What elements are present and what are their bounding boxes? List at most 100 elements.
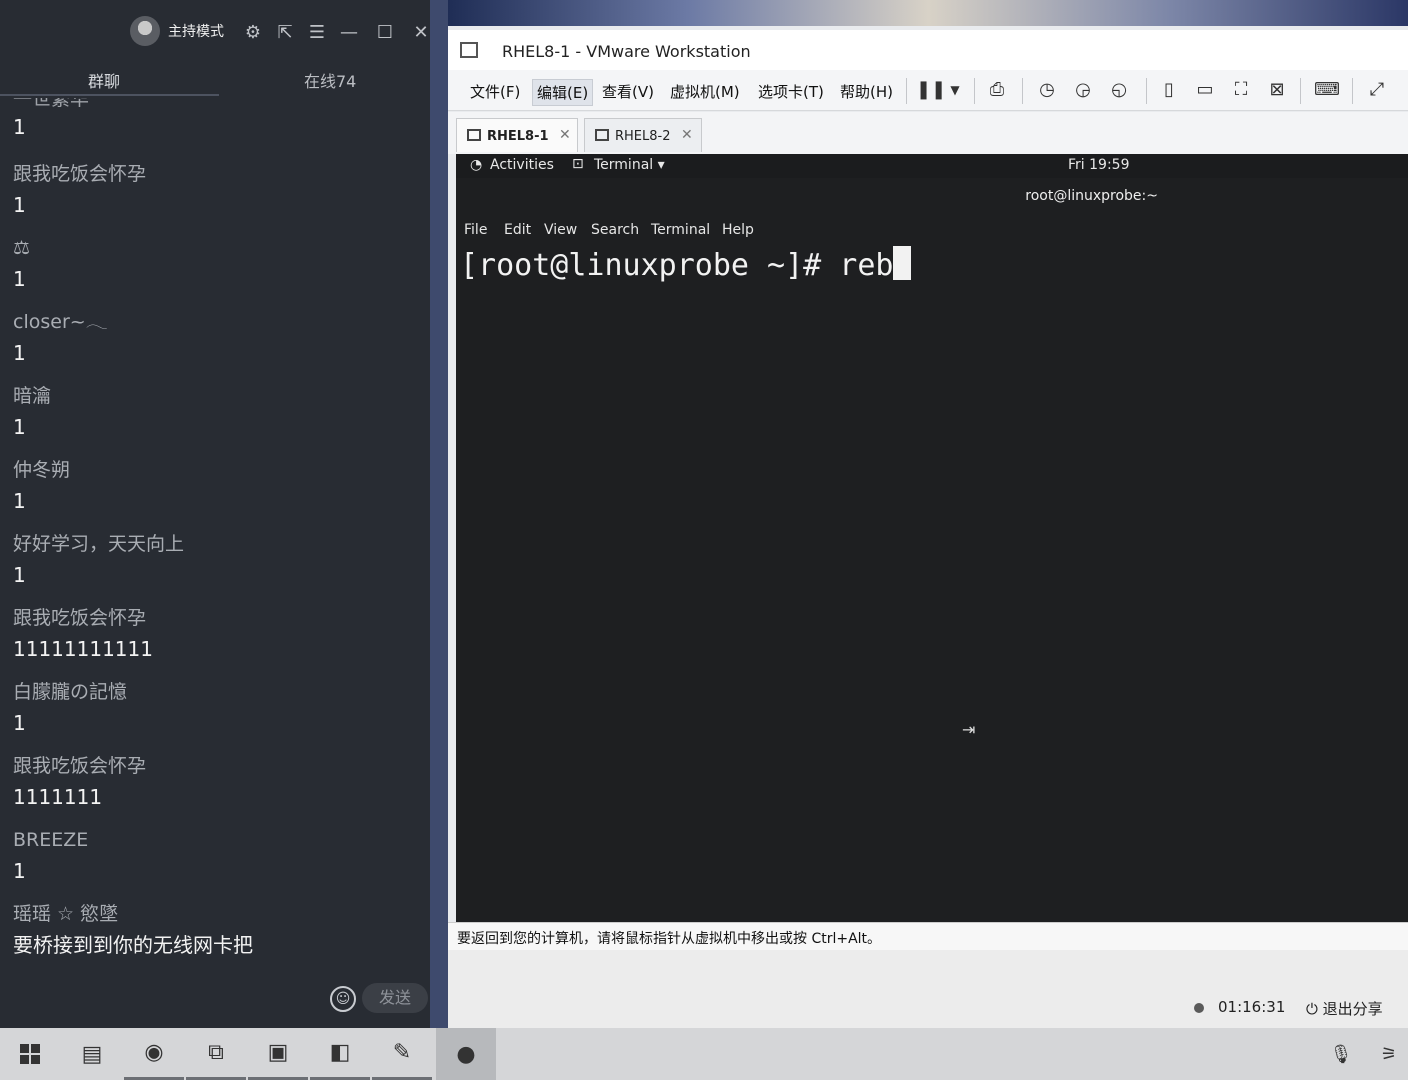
toolbar-separator bbox=[906, 78, 907, 104]
host-mode[interactable]: 主持模式 bbox=[130, 16, 224, 46]
app-menu[interactable]: Terminal ▾ bbox=[594, 157, 665, 173]
microphone-icon[interactable]: 🎙 bbox=[1326, 1028, 1356, 1080]
minimize-icon[interactable]: — bbox=[338, 22, 360, 44]
start-button[interactable] bbox=[0, 1028, 60, 1080]
vmware-icon bbox=[460, 42, 478, 58]
fullscreen-icon[interactable]: ⛶ bbox=[1228, 78, 1254, 102]
emoji-icon[interactable]: ☺ bbox=[330, 986, 356, 1012]
vm-icon bbox=[467, 129, 481, 141]
send-button[interactable]: 发送 bbox=[362, 983, 428, 1013]
vm-tabs: RHEL8-1 ✕ RHEL8-2 ✕ bbox=[448, 112, 1408, 154]
message-list[interactable]: 一世繁华 1 跟我吃饭会怀孕 1 ⚖ 1 closer~𓂃 1 暗瀹 1 仲冬朔… bbox=[13, 98, 423, 968]
terminal-prompt: [root@linuxprobe ~]# reb bbox=[460, 248, 894, 283]
clock[interactable]: Fri 19:59 bbox=[1068, 157, 1129, 173]
tab-online[interactable]: 在线74 bbox=[304, 68, 356, 92]
quit-share-label: 退出分享 bbox=[1322, 1000, 1383, 1018]
windows-logo-icon bbox=[20, 1044, 40, 1064]
message-sender: 瑶瑶 ☆ 慾墜 bbox=[13, 903, 119, 925]
close-icon[interactable]: ✕ bbox=[559, 127, 571, 143]
popout-icon[interactable]: ⇱ bbox=[274, 22, 296, 44]
menu-edit[interactable]: 编辑(E) bbox=[532, 79, 594, 106]
message-sender: 仲冬朔 bbox=[13, 459, 71, 481]
pause-icon[interactable]: ❚❚ bbox=[916, 78, 946, 102]
file-explorer-icon[interactable]: ▤ bbox=[62, 1028, 122, 1080]
menu-tabs[interactable]: 选项卡(T) bbox=[754, 79, 828, 104]
list-item: 白朦朧の記憶 1 bbox=[13, 676, 423, 750]
maximize-icon[interactable]: ☐ bbox=[374, 22, 396, 44]
list-item: 1 bbox=[13, 112, 423, 158]
message-content: 1 bbox=[13, 711, 26, 735]
list-item: 好好学习，天天向上 1 bbox=[13, 528, 423, 602]
tab-group-chat[interactable]: 群聊 bbox=[88, 68, 120, 92]
list-item: closer~𓂃 1 bbox=[13, 306, 423, 380]
vm-icon bbox=[595, 129, 609, 141]
desktop-wallpaper bbox=[448, 0, 1408, 26]
terminal-menu-view[interactable]: View bbox=[544, 222, 577, 238]
sidebar-toggle-icon[interactable]: ▯ bbox=[1156, 78, 1182, 102]
message-content: 1 bbox=[13, 193, 26, 217]
toolbar-separator bbox=[1146, 78, 1147, 104]
menu-bar: 文件(F) 编辑(E) 查看(V) 虚拟机(M) 选项卡(T) 帮助(H) ❚❚… bbox=[448, 70, 1408, 111]
text-cursor bbox=[893, 246, 912, 280]
chevron-down-icon[interactable]: ▼ bbox=[942, 78, 968, 102]
menu-file[interactable]: 文件(F) bbox=[466, 79, 524, 104]
revert-snapshot-icon[interactable]: ◶ bbox=[1070, 78, 1096, 102]
message-sender: BREEZE bbox=[13, 829, 89, 851]
host-mode-label: 主持模式 bbox=[168, 24, 224, 40]
classroom-app-icon[interactable]: ▣ bbox=[248, 1028, 308, 1080]
toolbar-separator bbox=[974, 78, 975, 104]
close-icon[interactable]: ✕ bbox=[681, 127, 693, 143]
message-content: 1 bbox=[13, 267, 26, 291]
menu-icon[interactable]: ☰ bbox=[306, 22, 328, 44]
close-icon[interactable]: ✕ bbox=[410, 22, 432, 44]
stretch-icon[interactable]: ⤢ bbox=[1364, 78, 1390, 102]
chat-header: 主持模式 ⚙ ⇱ ☰ — ☐ ✕ bbox=[0, 10, 430, 54]
message-sender: ⚖ bbox=[13, 237, 31, 259]
message-content: 1 bbox=[13, 489, 26, 513]
guest-screen[interactable]: ◔ Activities ⊡ Terminal ▾ Fri 19:59 root… bbox=[456, 154, 1408, 922]
vmware-taskbar-icon[interactable]: ⧉ bbox=[186, 1028, 246, 1080]
terminal-menu-edit[interactable]: Edit bbox=[504, 222, 531, 238]
menu-vm[interactable]: 虚拟机(M) bbox=[666, 79, 744, 104]
send-keys-icon[interactable]: ⎙ bbox=[984, 78, 1010, 102]
menu-view[interactable]: 查看(V) bbox=[598, 79, 658, 104]
message-sender: 白朦朧の記憶 bbox=[13, 681, 128, 703]
activities-icon: ◔ bbox=[470, 157, 483, 173]
terminal-output[interactable]: [root@linuxprobe ~]# reb bbox=[460, 246, 912, 283]
terminal-icon: ⊡ bbox=[572, 156, 584, 172]
message-sender: 暗瀹 bbox=[13, 385, 52, 407]
message-sender: 好好学习，天天向上 bbox=[13, 533, 185, 555]
paint-app-icon[interactable]: ✎ bbox=[372, 1028, 432, 1080]
snapshot-manager-icon[interactable]: ◵ bbox=[1106, 78, 1132, 102]
terminal-menu-search[interactable]: Search bbox=[591, 222, 639, 238]
terminal-icon[interactable]: ⌨ bbox=[1314, 78, 1340, 102]
snapshot-icon[interactable]: ◷ bbox=[1034, 78, 1060, 102]
toolbar-separator bbox=[1352, 78, 1353, 104]
terminal-menu-help[interactable]: Help bbox=[722, 222, 754, 238]
terminal-menu-file[interactable]: File bbox=[464, 222, 487, 238]
terminal-title: root@linuxprobe:~ bbox=[1025, 188, 1158, 204]
activities-button[interactable]: Activities bbox=[490, 157, 554, 173]
quit-share-button[interactable]: ⏻ 退出分享 bbox=[1306, 998, 1383, 1019]
tab-rhel8-1[interactable]: RHEL8-1 ✕ bbox=[456, 118, 578, 152]
mouse-pointer-icon: ⇥ bbox=[962, 720, 976, 739]
tab-rhel8-2[interactable]: RHEL8-2 ✕ bbox=[584, 118, 702, 152]
recording-dot-icon bbox=[1194, 1003, 1204, 1013]
vmware-window: RHEL8-1 - VMware Workstation 文件(F) 编辑(E)… bbox=[448, 0, 1408, 1028]
editor-app-icon[interactable]: ◧ bbox=[310, 1028, 370, 1080]
dark-app-icon[interactable]: ● bbox=[436, 1028, 496, 1080]
gear-icon[interactable]: ⚙ bbox=[242, 22, 264, 44]
console-view-icon[interactable]: ▭ bbox=[1192, 78, 1218, 102]
network-icon[interactable]: ⚞ bbox=[1374, 1028, 1404, 1080]
status-hint: 要返回到您的计算机，请将鼠标指针从虚拟机中移出或按 Ctrl+Alt。 bbox=[448, 922, 1408, 951]
taskbar: ▤ ◉ ⧉ ▣ ◧ ✎ ● 🎙 ⚞ bbox=[0, 1028, 1408, 1080]
terminal-menu-terminal[interactable]: Terminal bbox=[651, 222, 710, 238]
message-sender: 跟我吃饭会怀孕 bbox=[13, 607, 147, 629]
message-content: 1 bbox=[13, 415, 26, 439]
avatar bbox=[130, 16, 160, 46]
message-content: 1 bbox=[13, 859, 26, 883]
unity-icon[interactable]: ⊠ bbox=[1264, 78, 1290, 102]
list-item: 仲冬朔 1 bbox=[13, 454, 423, 528]
menu-help[interactable]: 帮助(H) bbox=[836, 79, 897, 104]
browser-icon[interactable]: ◉ bbox=[124, 1028, 184, 1080]
